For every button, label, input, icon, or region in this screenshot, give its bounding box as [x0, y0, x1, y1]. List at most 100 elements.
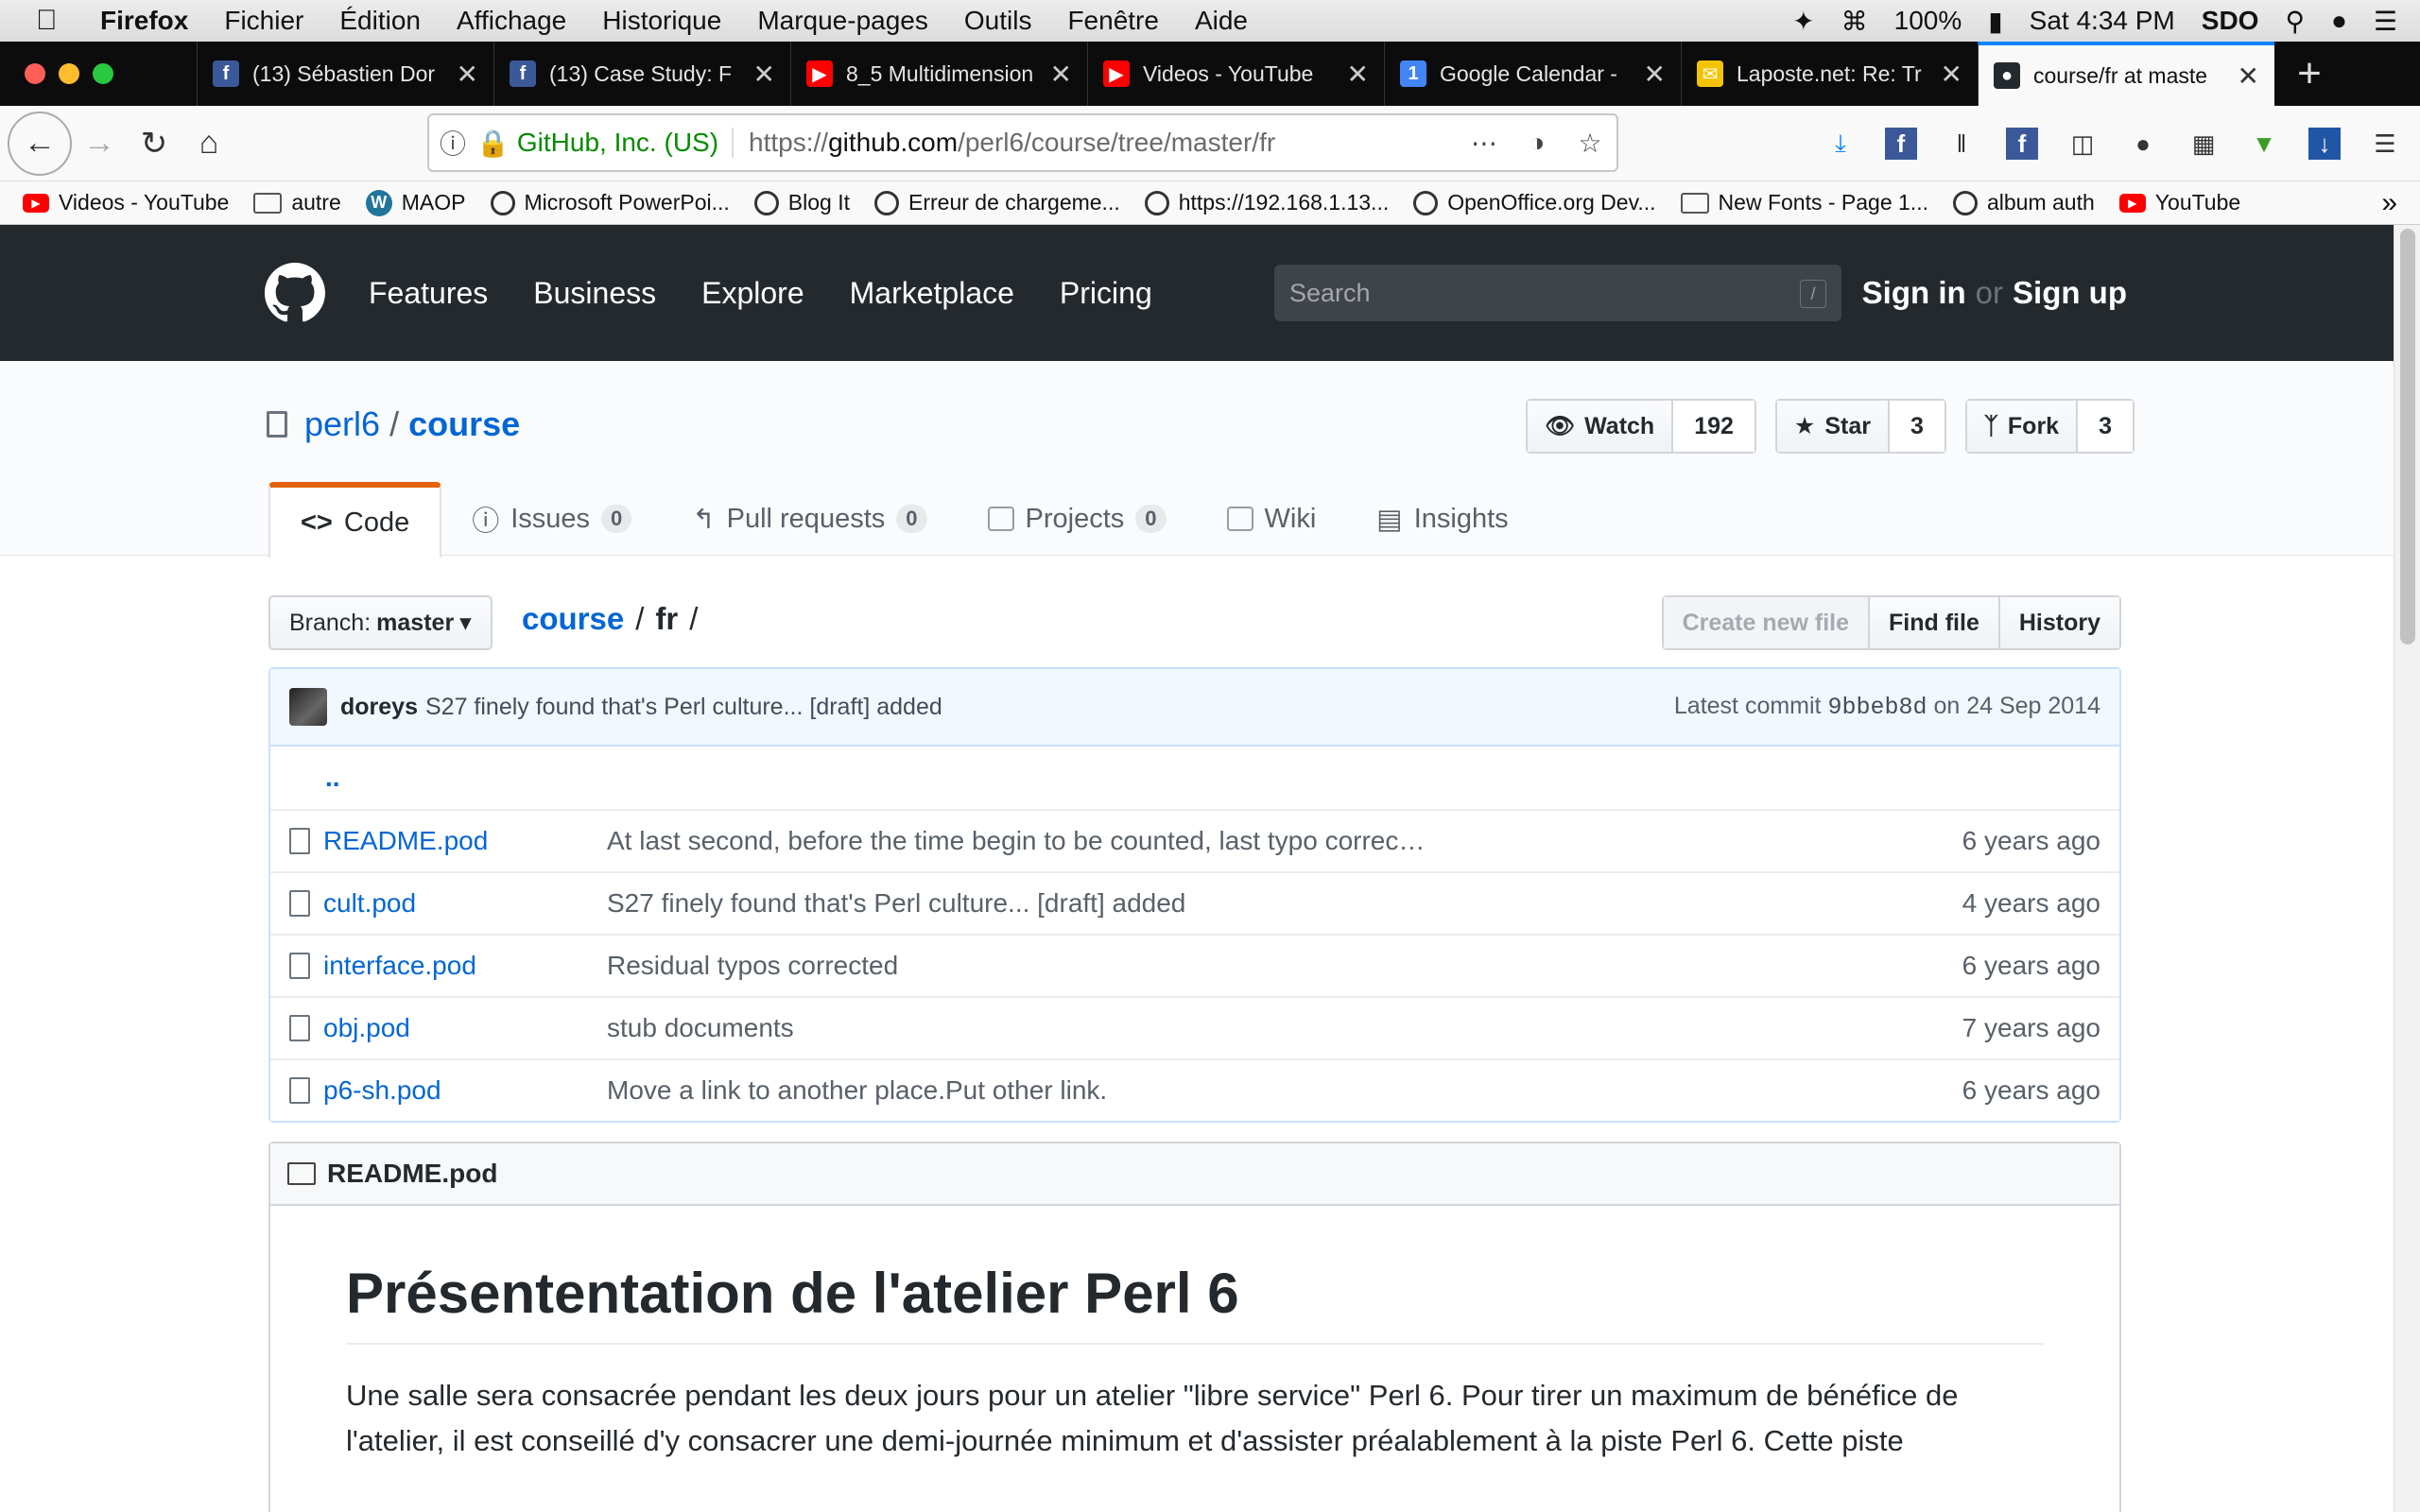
notification-center-icon[interactable]: ☰ — [2374, 6, 2397, 37]
watch-count[interactable]: 192 — [1673, 401, 1754, 452]
page-scrollbar[interactable] — [2394, 225, 2420, 1512]
tab-pull-requests[interactable]: ↰ Pull requests 0 — [662, 482, 957, 556]
avatar[interactable] — [289, 688, 327, 726]
bookmark-item[interactable]: Blog It — [753, 190, 850, 215]
facebook-container-icon[interactable]: f — [2006, 128, 2038, 160]
sign-in-link[interactable]: Sign in — [1862, 275, 1966, 311]
parent-dir-link[interactable]: .. — [289, 763, 340, 793]
sign-up-link[interactable]: Sign up — [2013, 275, 2127, 311]
commit-sha-link[interactable]: 9bbeb8d — [1827, 694, 1927, 721]
browser-tab[interactable]: ● course/fr at maste ✕ — [1978, 42, 2274, 106]
menu-fichier[interactable]: Fichier — [224, 6, 303, 36]
file-commit-message-link[interactable]: Residual typos corrected — [607, 951, 1962, 981]
nav-pricing[interactable]: Pricing — [1060, 276, 1152, 311]
facebook-icon[interactable]: f — [1885, 128, 1917, 160]
file-commit-message-link[interactable]: S27 finely found that's Perl culture... … — [607, 888, 1962, 919]
bookmark-item[interactable]: https://192.168.1.13... — [1144, 190, 1389, 215]
menu-outils[interactable]: Outils — [964, 6, 1032, 36]
battery-percent[interactable]: 100% — [1894, 6, 1962, 36]
browser-tab[interactable]: f (13) Case Study: F ✕ — [493, 42, 790, 106]
fork-button[interactable]: ᛉ Fork — [1966, 401, 2079, 452]
menu-fenetre[interactable]: Fenêtre — [1067, 6, 1159, 36]
bookmarks-overflow-icon[interactable]: » — [2381, 187, 2397, 219]
apple-icon[interactable]:  — [36, 5, 74, 37]
hamburger-menu-icon[interactable]: ☰ — [2369, 128, 2401, 160]
menu-clock[interactable]: Sat 4:34 PM — [2030, 6, 2175, 36]
close-tab-icon[interactable]: ✕ — [1050, 59, 1072, 90]
bookmark-item[interactable]: ▶ Videos - YouTube — [23, 190, 229, 215]
tab-issues[interactable]: ⓘ Issues 0 — [441, 482, 662, 556]
repo-owner-link[interactable]: perl6 — [304, 404, 380, 444]
scrollbar-thumb[interactable] — [2400, 229, 2415, 644]
bookmark-item[interactable]: autre — [253, 190, 341, 215]
nav-marketplace[interactable]: Marketplace — [850, 276, 1014, 311]
nav-features[interactable]: Features — [369, 276, 488, 311]
breadcrumb-root-link[interactable]: course — [522, 601, 624, 637]
zip-extension-icon[interactable]: ▦ — [2187, 128, 2220, 160]
find-file-button[interactable]: Find file — [1868, 597, 1998, 648]
file-commit-message-link[interactable]: At last second, before the time begin to… — [607, 826, 1962, 856]
bookmark-item[interactable]: ▶ YouTube — [2118, 190, 2240, 215]
home-button[interactable]: ⌂ — [182, 116, 236, 171]
back-button[interactable]: ← — [8, 111, 72, 176]
bookmark-item[interactable]: OpenOffice.org Dev... — [1413, 190, 1656, 215]
history-button[interactable]: History — [1997, 597, 2119, 648]
browser-tab[interactable]: 1 Google Calendar - ✕ — [1384, 42, 1681, 106]
bluetooth-icon[interactable]: ✦ — [1792, 6, 1814, 37]
bookmark-item[interactable]: Microsoft PowerPoi... — [490, 190, 730, 215]
pocket-icon[interactable]: ◑ — [1511, 128, 1564, 158]
close-tab-icon[interactable]: ✕ — [1644, 59, 1666, 90]
commit-author-link[interactable]: doreys — [340, 694, 418, 721]
reload-button[interactable]: ↻ — [127, 116, 182, 171]
bookmark-item[interactable]: Erreur de chargeme... — [874, 190, 1120, 215]
watch-button[interactable]: 👁 Watch — [1528, 401, 1674, 452]
sidebar-icon[interactable]: ◫ — [2066, 128, 2099, 160]
browser-tab[interactable]: ▶ Videos - YouTube ✕ — [1087, 42, 1384, 106]
repo-name-link[interactable]: course — [408, 404, 520, 444]
menu-historique[interactable]: Historique — [602, 6, 721, 36]
github-logo-icon[interactable] — [265, 263, 325, 323]
info-icon[interactable]: ⓘ — [429, 124, 476, 162]
browser-tab[interactable]: ▶ 8_5 Multidimension ✕ — [790, 42, 1087, 106]
battery-icon[interactable]: ▮ — [1988, 6, 2002, 37]
url-text[interactable]: https://github.com/perl6/course/tree/mas… — [734, 128, 1458, 158]
star-count[interactable]: 3 — [1889, 401, 1945, 452]
close-tab-icon[interactable]: ✕ — [457, 59, 478, 90]
tab-projects[interactable]: Projects 0 — [958, 482, 1197, 556]
nav-explore[interactable]: Explore — [701, 276, 804, 311]
downloads-icon[interactable]: ⤓ — [1824, 128, 1857, 160]
menu-aide[interactable]: Aide — [1195, 6, 1248, 36]
bookmark-star-icon[interactable]: ☆ — [1564, 128, 1616, 159]
browser-tab[interactable]: f (13) Sébastien Dor ✕ — [197, 42, 493, 106]
branch-select-button[interactable]: Branch: master ▾ — [268, 595, 493, 650]
bookmark-item[interactable]: album auth — [1952, 190, 2095, 215]
siri-icon[interactable]: ● — [2331, 6, 2347, 36]
spotlight-icon[interactable]: ⚲ — [2285, 6, 2305, 37]
create-new-file-button[interactable]: Create new file — [1663, 597, 1869, 648]
fork-count[interactable]: 3 — [2078, 401, 2133, 452]
file-name-link[interactable]: p6-sh.pod — [323, 1075, 607, 1106]
extension-icon[interactable]: ● — [2127, 128, 2159, 160]
menu-affichage[interactable]: Affichage — [457, 6, 566, 36]
bookmark-item[interactable]: New Fonts - Page 1... — [1680, 190, 1928, 215]
file-name-link[interactable]: obj.pod — [323, 1013, 607, 1043]
file-commit-message-link[interactable]: stub documents — [607, 1013, 1962, 1043]
library-icon[interactable]: ‖ — [1945, 128, 1978, 160]
file-name-link[interactable]: interface.pod — [323, 951, 607, 981]
menu-marque-pages[interactable]: Marque-pages — [757, 6, 928, 36]
menu-app-name[interactable]: Firefox — [100, 6, 188, 36]
file-name-link[interactable]: README.pod — [323, 826, 607, 856]
menu-user[interactable]: SDO — [2202, 6, 2259, 36]
download-manager-icon[interactable]: ↓ — [2308, 128, 2341, 160]
nav-business[interactable]: Business — [533, 276, 656, 311]
tab-insights[interactable]: ▤ Insights — [1346, 482, 1538, 556]
close-window-button[interactable] — [25, 63, 45, 84]
commit-message-link[interactable]: S27 finely found that's Perl culture... … — [425, 694, 942, 721]
bookmark-item[interactable]: W MAOP — [365, 189, 466, 216]
close-tab-icon[interactable]: ✕ — [753, 59, 775, 90]
tab-wiki[interactable]: Wiki — [1197, 482, 1347, 556]
tab-code[interactable]: <> Code — [268, 482, 442, 558]
menu-edition[interactable]: Édition — [339, 6, 421, 36]
minimize-window-button[interactable] — [59, 63, 79, 84]
wifi-icon[interactable]: ⌘ — [1841, 6, 1868, 37]
